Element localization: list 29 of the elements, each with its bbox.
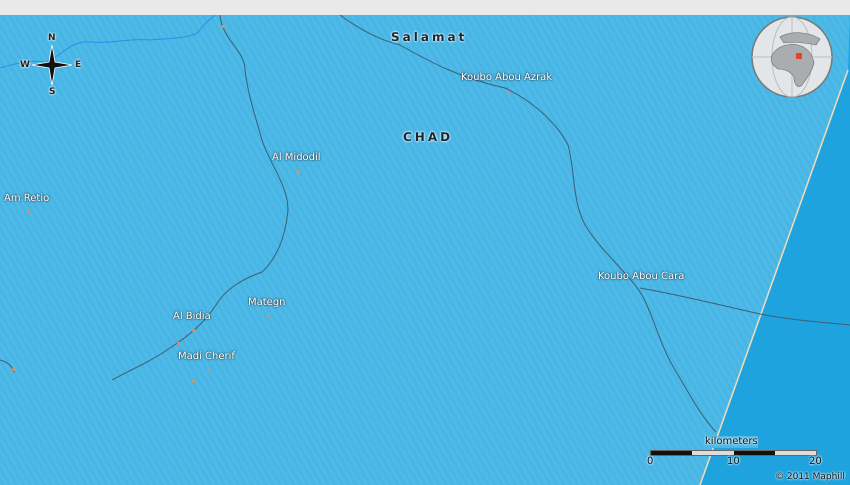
compass-letter: S [49,86,56,98]
town-dot [222,25,225,28]
globe-icon [750,15,834,99]
region-label: Salamat [391,31,468,43]
place-label: Madi Cherif [178,351,235,363]
scale-tick: 10 [727,456,740,468]
town-dot [192,380,195,383]
scale-tick: 20 [809,456,822,468]
place-label: Al Midodil [272,152,321,164]
place-label: Am Retio [4,193,50,205]
town-dot [192,329,195,332]
compass-icon [30,43,74,87]
town-dot [207,369,210,372]
town-dot [267,315,270,318]
town-dot [507,91,510,94]
town-dot [12,368,15,371]
compass-letter: W [20,59,30,71]
town-dot [27,210,30,213]
place-label: Mategn [248,297,286,309]
town-dot [297,170,300,173]
copyright-text: © 2011 Maphill [775,471,845,483]
scale-tick: 0 [647,456,654,468]
compass-letter: E [75,59,82,71]
town-dot [177,342,180,345]
place-label: Koubo Abou Cara [598,271,684,283]
compass-letter: N [48,32,56,44]
road [0,360,14,372]
region-label: CHAD [403,131,454,143]
scale-unit: kilometers [705,436,758,448]
